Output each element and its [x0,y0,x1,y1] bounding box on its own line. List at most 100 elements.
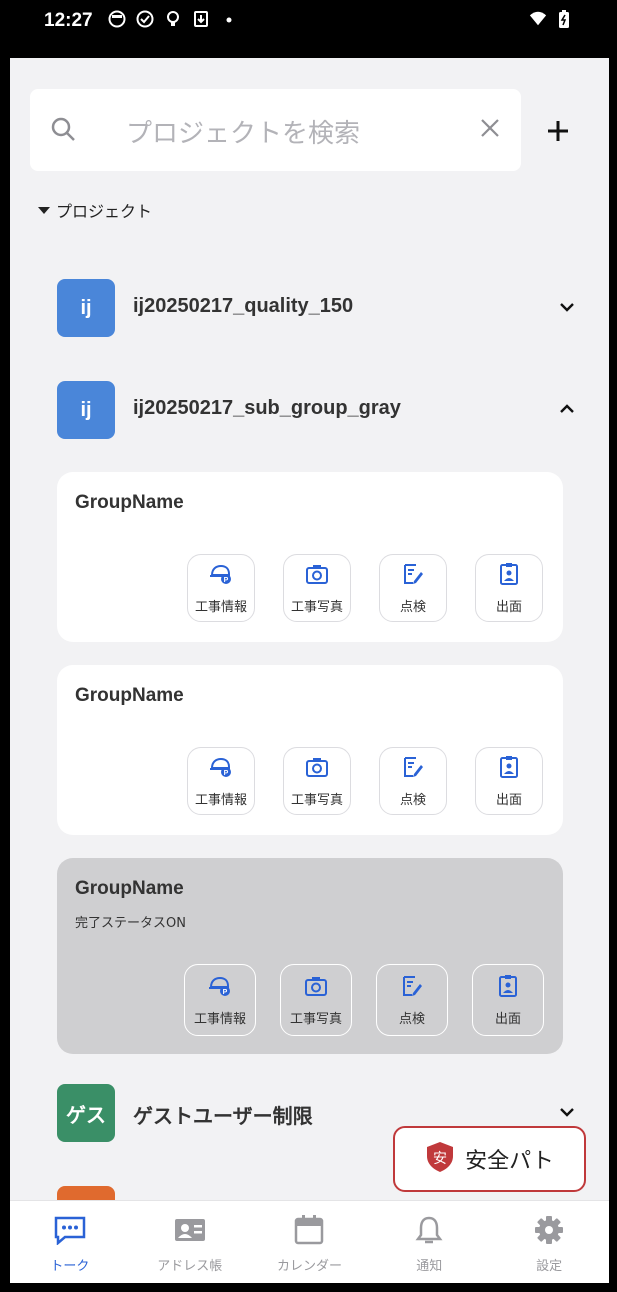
tile-label: 工事写真 [290,792,343,808]
chat-icon [53,1215,87,1249]
camera-icon [305,755,329,783]
tile-label: 工事情報 [194,792,247,808]
checklist-icon [401,755,425,783]
attendance-icon [497,562,521,590]
nav-address-book[interactable]: アドレス帳 [130,1201,250,1283]
tile-label: 工事情報 [193,1011,246,1027]
nav-calendar[interactable]: カレンダー [250,1201,370,1283]
section-label: プロジェクト [56,202,153,221]
tile-construction-info[interactable]: P 工事情報 [187,554,255,622]
camera-icon [304,974,328,1002]
group-card[interactable]: GroupName P 工事情報 工事写真 点検 出面 [57,472,563,642]
tile-label: 工事写真 [289,1011,342,1027]
tile-label: 点検 [399,792,426,808]
svg-text:P: P [224,577,229,584]
group-card[interactable]: GroupName P 工事情報 工事写真 点検 出面 [57,665,563,835]
project-name: ij20250217_quality_150 [133,295,354,317]
nav-notifications[interactable]: 通知 [369,1201,489,1283]
nav-label: 通知 [416,1259,443,1274]
tile-inspection[interactable]: 点検 [379,554,447,622]
tile-label: 出面 [495,792,522,808]
svg-text:安: 安 [433,1151,447,1167]
tile-construction-photo[interactable]: 工事写真 [283,747,351,815]
tile-label: 点検 [399,599,426,615]
face-icon [108,10,126,28]
helmet-icon: P [209,562,233,590]
status-system-icons [529,10,573,28]
tile-inspection[interactable]: 点検 [376,964,448,1036]
tile-attendance[interactable]: 出面 [475,747,543,815]
project-name: ij20250217_sub_group_gray [133,397,401,419]
project-section-toggle[interactable]: プロジェクト [38,198,152,222]
chevron-down-icon[interactable] [557,1102,577,1126]
plus-icon [548,121,568,141]
tile-attendance[interactable]: 出面 [472,964,544,1036]
wifi-icon [529,10,547,28]
attendance-icon [497,755,521,783]
tile-construction-photo[interactable]: 工事写真 [283,554,351,622]
group-status: 完了ステータスON [75,916,186,931]
safety-patrol-label: 安全パト [465,1149,554,1174]
checklist-icon [401,562,425,590]
bottom-nav: トーク アドレス帳 カレンダー 通知 設定 [10,1200,609,1283]
calendar-icon [292,1215,326,1249]
tile-construction-info[interactable]: P 工事情報 [187,747,255,815]
safety-shield-icon: 安 [425,1141,455,1177]
project-row-sub-group-gray[interactable]: ij ij20250217_sub_group_gray [57,381,577,439]
battery-icon [555,10,573,28]
project-avatar: ij [57,381,115,439]
dot-icon [220,10,238,28]
nav-label: カレンダー [276,1259,342,1274]
chevron-down-icon[interactable] [557,297,577,321]
tile-label: 出面 [494,1011,521,1027]
checklist-icon [400,974,424,1002]
project-avatar: ゲス [57,1084,115,1142]
group-actions: P 工事情報 工事写真 点検 出面 [187,747,543,815]
status-notification-icons [108,10,238,28]
check-circle-icon [136,10,154,28]
clear-icon[interactable] [479,117,501,143]
tile-construction-info[interactable]: P 工事情報 [184,964,256,1036]
group-card-completed[interactable]: GroupName 完了ステータスON P 工事情報 工事写真 点検 出面 [57,858,563,1054]
group-name: GroupName [75,685,184,706]
project-name: ゲストユーザー制限 [133,1104,313,1128]
project-avatar: ij [57,279,115,337]
helmet-icon: P [208,974,232,1002]
svg-text:P: P [224,770,229,777]
status-time: 12:27 [44,10,93,31]
nav-label: アドレス帳 [157,1259,223,1274]
group-actions: P 工事情報 工事写真 点検 出面 [184,964,544,1036]
helmet-icon: P [209,755,233,783]
safety-patrol-button[interactable]: 安 安全パト [393,1126,586,1192]
search-bar[interactable]: プロジェクトを検索 [30,89,521,171]
app-screen: プロジェクトを検索 プロジェクト ij ij20250217_quality_1… [10,58,609,1283]
svg-text:P: P [223,989,228,996]
gear-icon [532,1215,566,1249]
search-icon [50,116,76,146]
tile-label: 工事写真 [290,599,343,615]
project-row-quality[interactable]: ij ij20250217_quality_150 [57,279,577,337]
tile-construction-photo[interactable]: 工事写真 [280,964,352,1036]
bell-icon [412,1215,446,1249]
address-book-icon [173,1215,207,1249]
add-project-button[interactable] [540,113,576,149]
tile-label: 点検 [398,1011,425,1027]
search-input[interactable]: プロジェクトを検索 [126,113,360,150]
tile-attendance[interactable]: 出面 [475,554,543,622]
download-icon [192,10,210,28]
nav-talk[interactable]: トーク [10,1201,130,1283]
camera-icon [305,562,329,590]
tile-inspection[interactable]: 点検 [379,747,447,815]
system-nav-band [0,1283,617,1292]
nav-settings[interactable]: 設定 [489,1201,609,1283]
nav-label: 設定 [536,1259,563,1274]
tile-label: 出面 [495,599,522,615]
nav-label: トーク [50,1259,90,1274]
group-actions: P 工事情報 工事写真 点検 出面 [187,554,543,622]
group-name: GroupName [75,878,184,899]
caret-down-icon [38,206,50,214]
status-bar: 12:27 [10,0,609,58]
bulb-icon [164,10,182,28]
chevron-up-icon[interactable] [557,399,577,423]
group-name: GroupName [75,492,184,513]
